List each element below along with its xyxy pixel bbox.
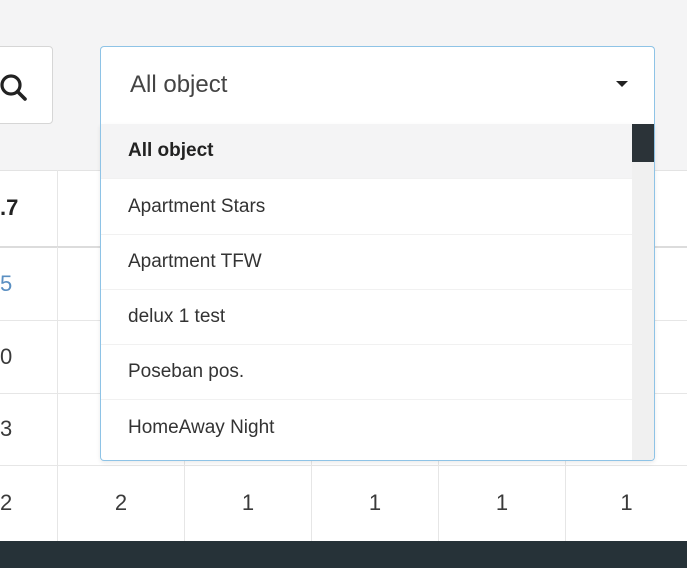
table-header-cell: .7	[0, 170, 58, 246]
dropdown-option-poseban-pos[interactable]: Poseban pos.	[101, 345, 632, 400]
table-cell: 1	[185, 465, 312, 541]
table-cell: 1	[312, 465, 439, 541]
search-icon	[0, 74, 27, 101]
table-cell: 0	[0, 320, 58, 393]
table-cell: 2	[0, 465, 58, 541]
dropdown-option-homeaway-night[interactable]: HomeAway Night	[101, 400, 632, 455]
dropdown-option-apartment-stars[interactable]: Apartment Stars	[101, 180, 632, 235]
object-select-value: All object	[130, 71, 228, 98]
object-select[interactable]: All object	[100, 46, 655, 124]
table-cell: 1	[439, 465, 566, 541]
dropdown-scrollbar[interactable]	[632, 124, 654, 460]
caret-down-icon	[616, 81, 628, 87]
dropdown-option-all-object[interactable]: All object	[101, 124, 632, 179]
table-row: 2 2 1 1 1 1	[0, 465, 687, 541]
table-cell: 1	[620, 490, 633, 515]
page-root: .7 1 / 5 0 3	[0, 0, 687, 568]
dropdown-option-delux-1-test[interactable]: delux 1 test	[101, 290, 632, 345]
table-cell: 3	[0, 393, 58, 465]
dropdown-option-apartment-tfw[interactable]: Apartment TFW	[101, 235, 632, 290]
table-cell: 5	[0, 247, 58, 320]
footer-bar	[0, 541, 687, 568]
table-cell: 2	[58, 465, 185, 541]
dropdown-scrollbar-thumb[interactable]	[632, 124, 654, 162]
search-button[interactable]	[0, 46, 53, 124]
object-select-dropdown: All object Apartment Stars Apartment TFW…	[100, 124, 655, 461]
